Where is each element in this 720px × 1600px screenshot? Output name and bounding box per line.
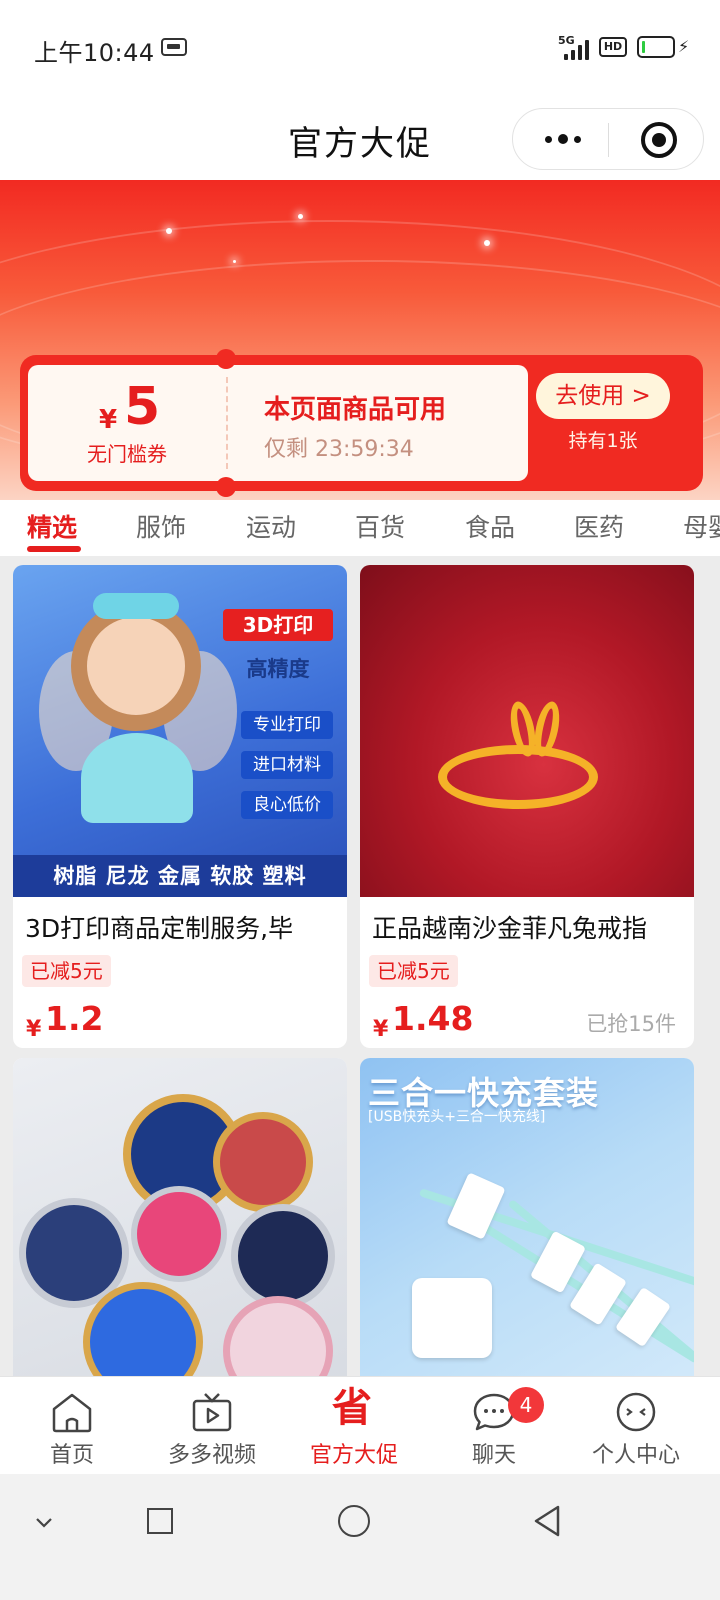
hd-icon: HD (599, 37, 627, 57)
tab-clothing[interactable]: 服饰 (136, 508, 186, 544)
video-icon (192, 1393, 232, 1432)
product-image (13, 1058, 347, 1388)
coupon-amount: 5 (124, 377, 161, 437)
ring-band (438, 745, 598, 809)
status-bar: 上午10:44 5G HD ⚡ (0, 0, 720, 96)
doll-body (81, 733, 193, 823)
product-image: 3D打印 高精度 专业打印 进口材料 良心低价 树脂 尼龙 金属 软胶 塑料 (13, 565, 347, 897)
nav-video[interactable]: 多多视频 (140, 1377, 284, 1475)
image-feature-tag: 良心低价 (241, 791, 333, 819)
image-subline: [USB快充头+三合一快充线] (368, 1109, 546, 1125)
image-tag-main: 3D打印 (223, 609, 333, 641)
tab-featured[interactable]: 精选 (27, 508, 77, 544)
chevron-down-icon[interactable] (34, 1512, 54, 1532)
image-tag-sub: 高精度 (246, 657, 310, 681)
sim-card-icon (161, 38, 187, 56)
nav-home[interactable]: 首页 (0, 1377, 144, 1475)
coupon-held-count: 持有1张 (568, 430, 638, 452)
product-title: 3D打印商品定制服务,毕 (25, 914, 294, 943)
charger-brick (412, 1278, 492, 1358)
nav-chat[interactable]: 聊天 (422, 1377, 566, 1475)
price-currency: ¥ (26, 1017, 42, 1042)
image-feature-tag: 进口材料 (241, 751, 333, 779)
sold-count: 已抢15件 (586, 1012, 676, 1036)
product-image (360, 565, 694, 897)
medal (83, 1282, 203, 1388)
discount-badge: 已减5元 (369, 955, 458, 987)
medal (231, 1204, 335, 1308)
miniprogram-capsule (512, 108, 704, 170)
coupon-notch (216, 477, 236, 497)
medal (223, 1296, 333, 1388)
back-icon[interactable] (532, 1504, 562, 1538)
tab-general-goods[interactable]: 百货 (355, 508, 405, 544)
price-currency: ¥ (373, 1017, 389, 1042)
product-image: 三合一快充套装 [USB快充头+三合一快充线] (360, 1058, 694, 1388)
system-navigation-bar (0, 1474, 720, 1600)
product-card[interactable]: 3D打印 高精度 专业打印 进口材料 良心低价 树脂 尼龙 金属 软胶 塑料 3… (13, 565, 347, 1048)
profile-icon (616, 1392, 656, 1432)
medal (213, 1112, 313, 1212)
product-price: 1.2 (45, 999, 104, 1038)
tab-maternal[interactable]: 母婴 (683, 508, 720, 544)
battery-icon (637, 36, 675, 58)
nav-label: 个人中心 (591, 1443, 680, 1468)
product-card[interactable]: 三合一快充套装 [USB快充头+三合一快充线] (360, 1058, 694, 1388)
coupon-divider (226, 377, 228, 469)
category-tabs: 精选 服饰 运动 百货 食品 医药 母婴 (0, 500, 720, 556)
home-icon (52, 1393, 92, 1433)
coupon-kind: 无门槛券 (87, 442, 167, 466)
product-price: 1.48 (392, 999, 474, 1038)
product-card[interactable] (13, 1058, 347, 1388)
nav-profile[interactable]: 个人中心 (564, 1377, 708, 1475)
recents-icon[interactable] (147, 1508, 173, 1534)
tab-active-indicator (27, 546, 81, 552)
coupon-countdown: 仅剩 23:59:34 (264, 437, 414, 462)
title-bar: 官方大促 (0, 96, 720, 180)
product-card[interactable]: 正品越南沙金菲凡兔戒指 已减5元 ¥ 1.48 已抢15件 (360, 565, 694, 1048)
signal-icon (564, 38, 594, 60)
image-materials-strip: 树脂 尼龙 金属 软胶 塑料 (13, 855, 347, 897)
charging-icon: ⚡ (678, 37, 690, 56)
medal (131, 1186, 227, 1282)
save-icon: 省 (332, 1385, 372, 1431)
doll-head (71, 601, 201, 731)
app-screen: 上午10:44 5G HD ⚡ 官方大促 ¥ 5 无门槛券 本页面商品可用 仅剩… (0, 0, 720, 1600)
tab-sports[interactable]: 运动 (246, 508, 296, 544)
status-time: 上午10:44 (34, 39, 155, 67)
doll-bow (93, 593, 179, 619)
coupon-description: 本页面商品可用 (264, 395, 447, 425)
chat-unread-badge: 4 (508, 1387, 544, 1423)
coupon-info-section: 本页面商品可用 仅剩 23:59:34 (226, 365, 528, 481)
nav-label: 官方大促 (309, 1443, 398, 1468)
coupon-notch (216, 349, 236, 369)
nav-promo[interactable]: 省 官方大促 (282, 1377, 426, 1475)
coupon-currency: ¥ (99, 405, 118, 435)
more-dots-icon[interactable] (543, 127, 585, 151)
bottom-navigation: 首页 多多视频 省 官方大促 聊天 个人中心 (0, 1376, 720, 1474)
nav-label: 多多视频 (167, 1443, 256, 1468)
capsule-divider (608, 123, 609, 157)
product-title: 正品越南沙金菲凡兔戒指 (372, 914, 648, 943)
home-circle-icon[interactable] (338, 1505, 370, 1537)
coupon-value-section: ¥ 5 无门槛券 (28, 365, 226, 481)
nav-label: 首页 (49, 1443, 94, 1468)
image-feature-tag: 专业打印 (241, 711, 333, 739)
miniprogram-close-icon[interactable] (641, 122, 677, 158)
nav-label: 聊天 (471, 1443, 516, 1468)
tab-medicine[interactable]: 医药 (574, 508, 624, 544)
cable (457, 1208, 694, 1364)
discount-badge: 已减5元 (22, 955, 111, 987)
use-coupon-button[interactable]: 去使用 > (536, 373, 670, 419)
tab-food[interactable]: 食品 (465, 508, 515, 544)
